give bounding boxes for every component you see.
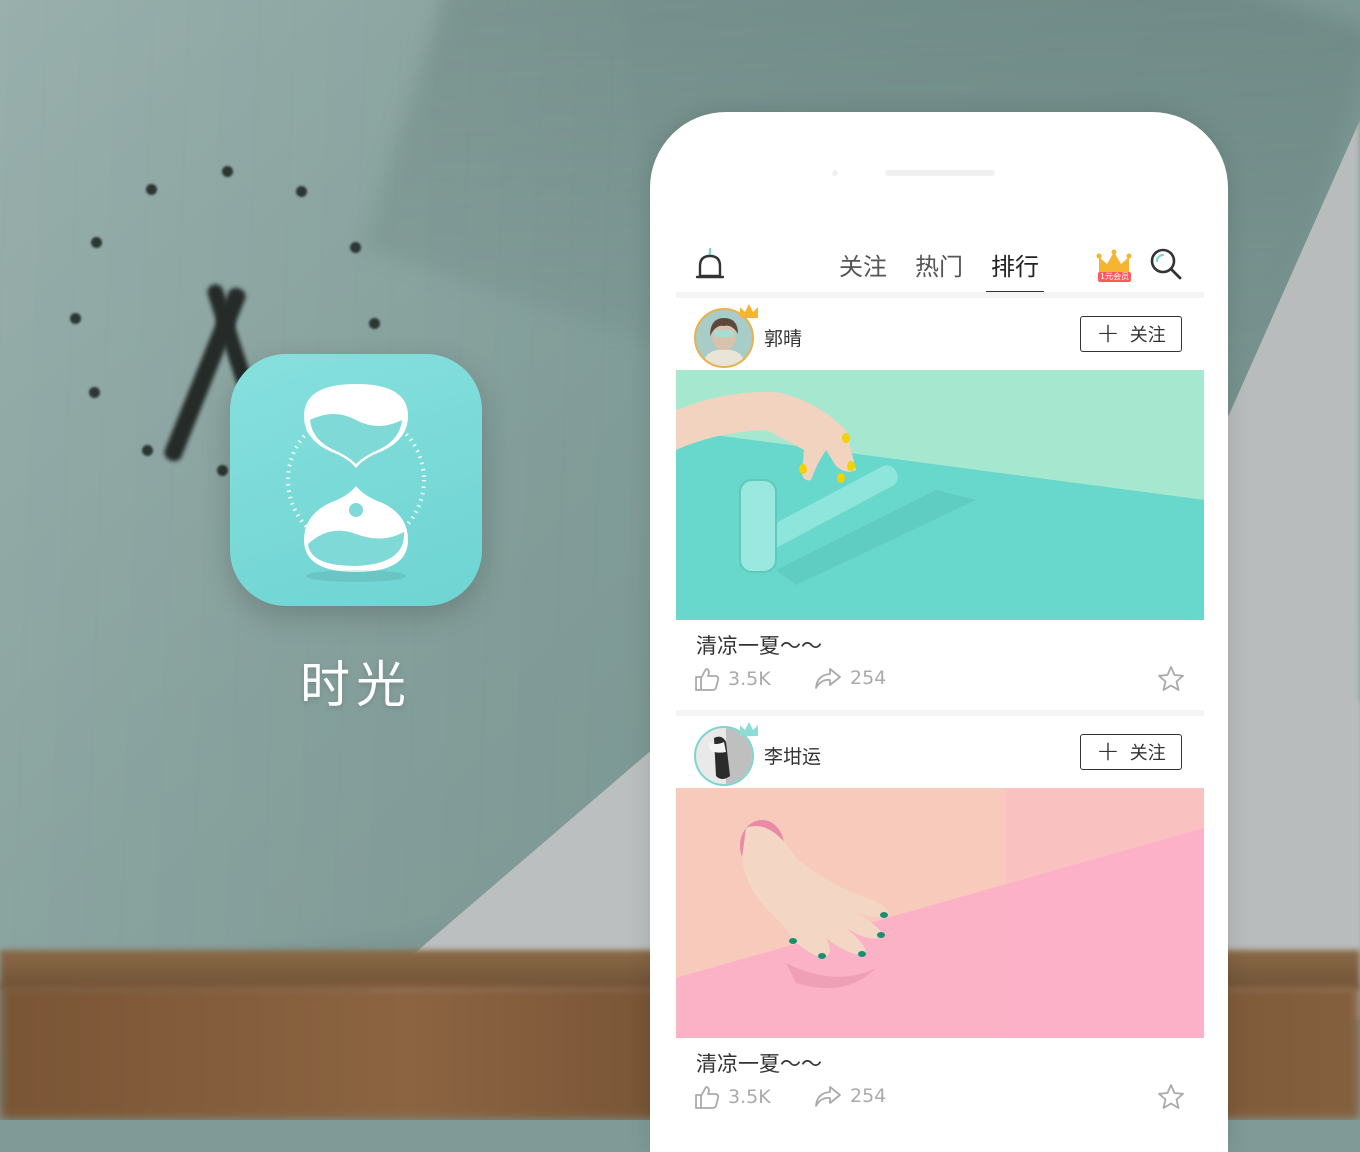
post-header: 李坩运 + 关注 — [676, 716, 1204, 788]
crown-icon — [738, 720, 760, 742]
tab-hot[interactable]: 热门 — [912, 242, 966, 292]
like-button[interactable]: 3.5K — [694, 666, 771, 692]
like-button[interactable]: 3.5K — [694, 1084, 771, 1110]
search-icon[interactable] — [1148, 246, 1184, 282]
plus-icon: + — [1096, 733, 1120, 767]
share-count: 254 — [850, 667, 887, 689]
post-card: 李坩运 + 关注 清凉一夏～～ 3.5K 254 — [676, 716, 1204, 1120]
phone-mockup: 关注 热门 排行 1元会员 郭晴 + 关注 清凉一夏～～ 3.5K 254 李坩… — [650, 112, 1228, 1152]
follow-label: 关注 — [1129, 325, 1166, 346]
share-count: 254 — [850, 1085, 887, 1107]
feed-tabs: 关注 热门 排行 — [836, 242, 1044, 294]
favorite-star-icon[interactable] — [1156, 1082, 1186, 1116]
post-stats: 3.5K 254 — [676, 662, 1204, 702]
post-header: 郭晴 + 关注 — [676, 298, 1204, 370]
tab-following[interactable]: 关注 — [836, 242, 890, 292]
username[interactable]: 李坩运 — [764, 742, 821, 769]
post-caption: 清凉一夏～～ — [696, 1052, 822, 1076]
like-count: 3.5K — [728, 1086, 771, 1108]
crown-icon — [738, 302, 760, 324]
username[interactable]: 郭晴 — [764, 324, 802, 351]
post-photo[interactable] — [676, 370, 1204, 620]
tab-ranking[interactable]: 排行 — [986, 242, 1044, 294]
vip-badge[interactable]: 1元会员 — [1098, 272, 1132, 282]
post-card: 郭晴 + 关注 清凉一夏～～ 3.5K 254 — [676, 298, 1204, 702]
like-count: 3.5K — [728, 668, 771, 690]
share-icon — [815, 1086, 841, 1107]
favorite-star-icon[interactable] — [1156, 664, 1186, 698]
post-stats: 3.5K 254 — [676, 1080, 1204, 1120]
bell-icon[interactable] — [694, 246, 726, 286]
share-button[interactable]: 254 — [814, 666, 886, 690]
phone-speaker — [885, 170, 995, 176]
thumbs-up-icon — [695, 1086, 720, 1109]
app-name: 时光 — [300, 656, 412, 714]
follow-button[interactable]: + 关注 — [1080, 734, 1182, 770]
post-caption: 清凉一夏～～ — [696, 634, 822, 658]
thumbs-up-icon — [695, 668, 720, 691]
top-navigation-bar: 关注 热门 排行 1元会员 — [676, 242, 1202, 294]
phone-camera — [832, 170, 838, 176]
post-photo[interactable] — [676, 788, 1204, 1038]
follow-label: 关注 — [1129, 743, 1166, 764]
share-button[interactable]: 254 — [814, 1084, 886, 1108]
share-icon — [815, 668, 841, 689]
plus-icon: + — [1096, 315, 1120, 349]
follow-button[interactable]: + 关注 — [1080, 316, 1182, 352]
app-icon[interactable] — [230, 354, 482, 606]
hourglass-icon — [286, 384, 426, 582]
